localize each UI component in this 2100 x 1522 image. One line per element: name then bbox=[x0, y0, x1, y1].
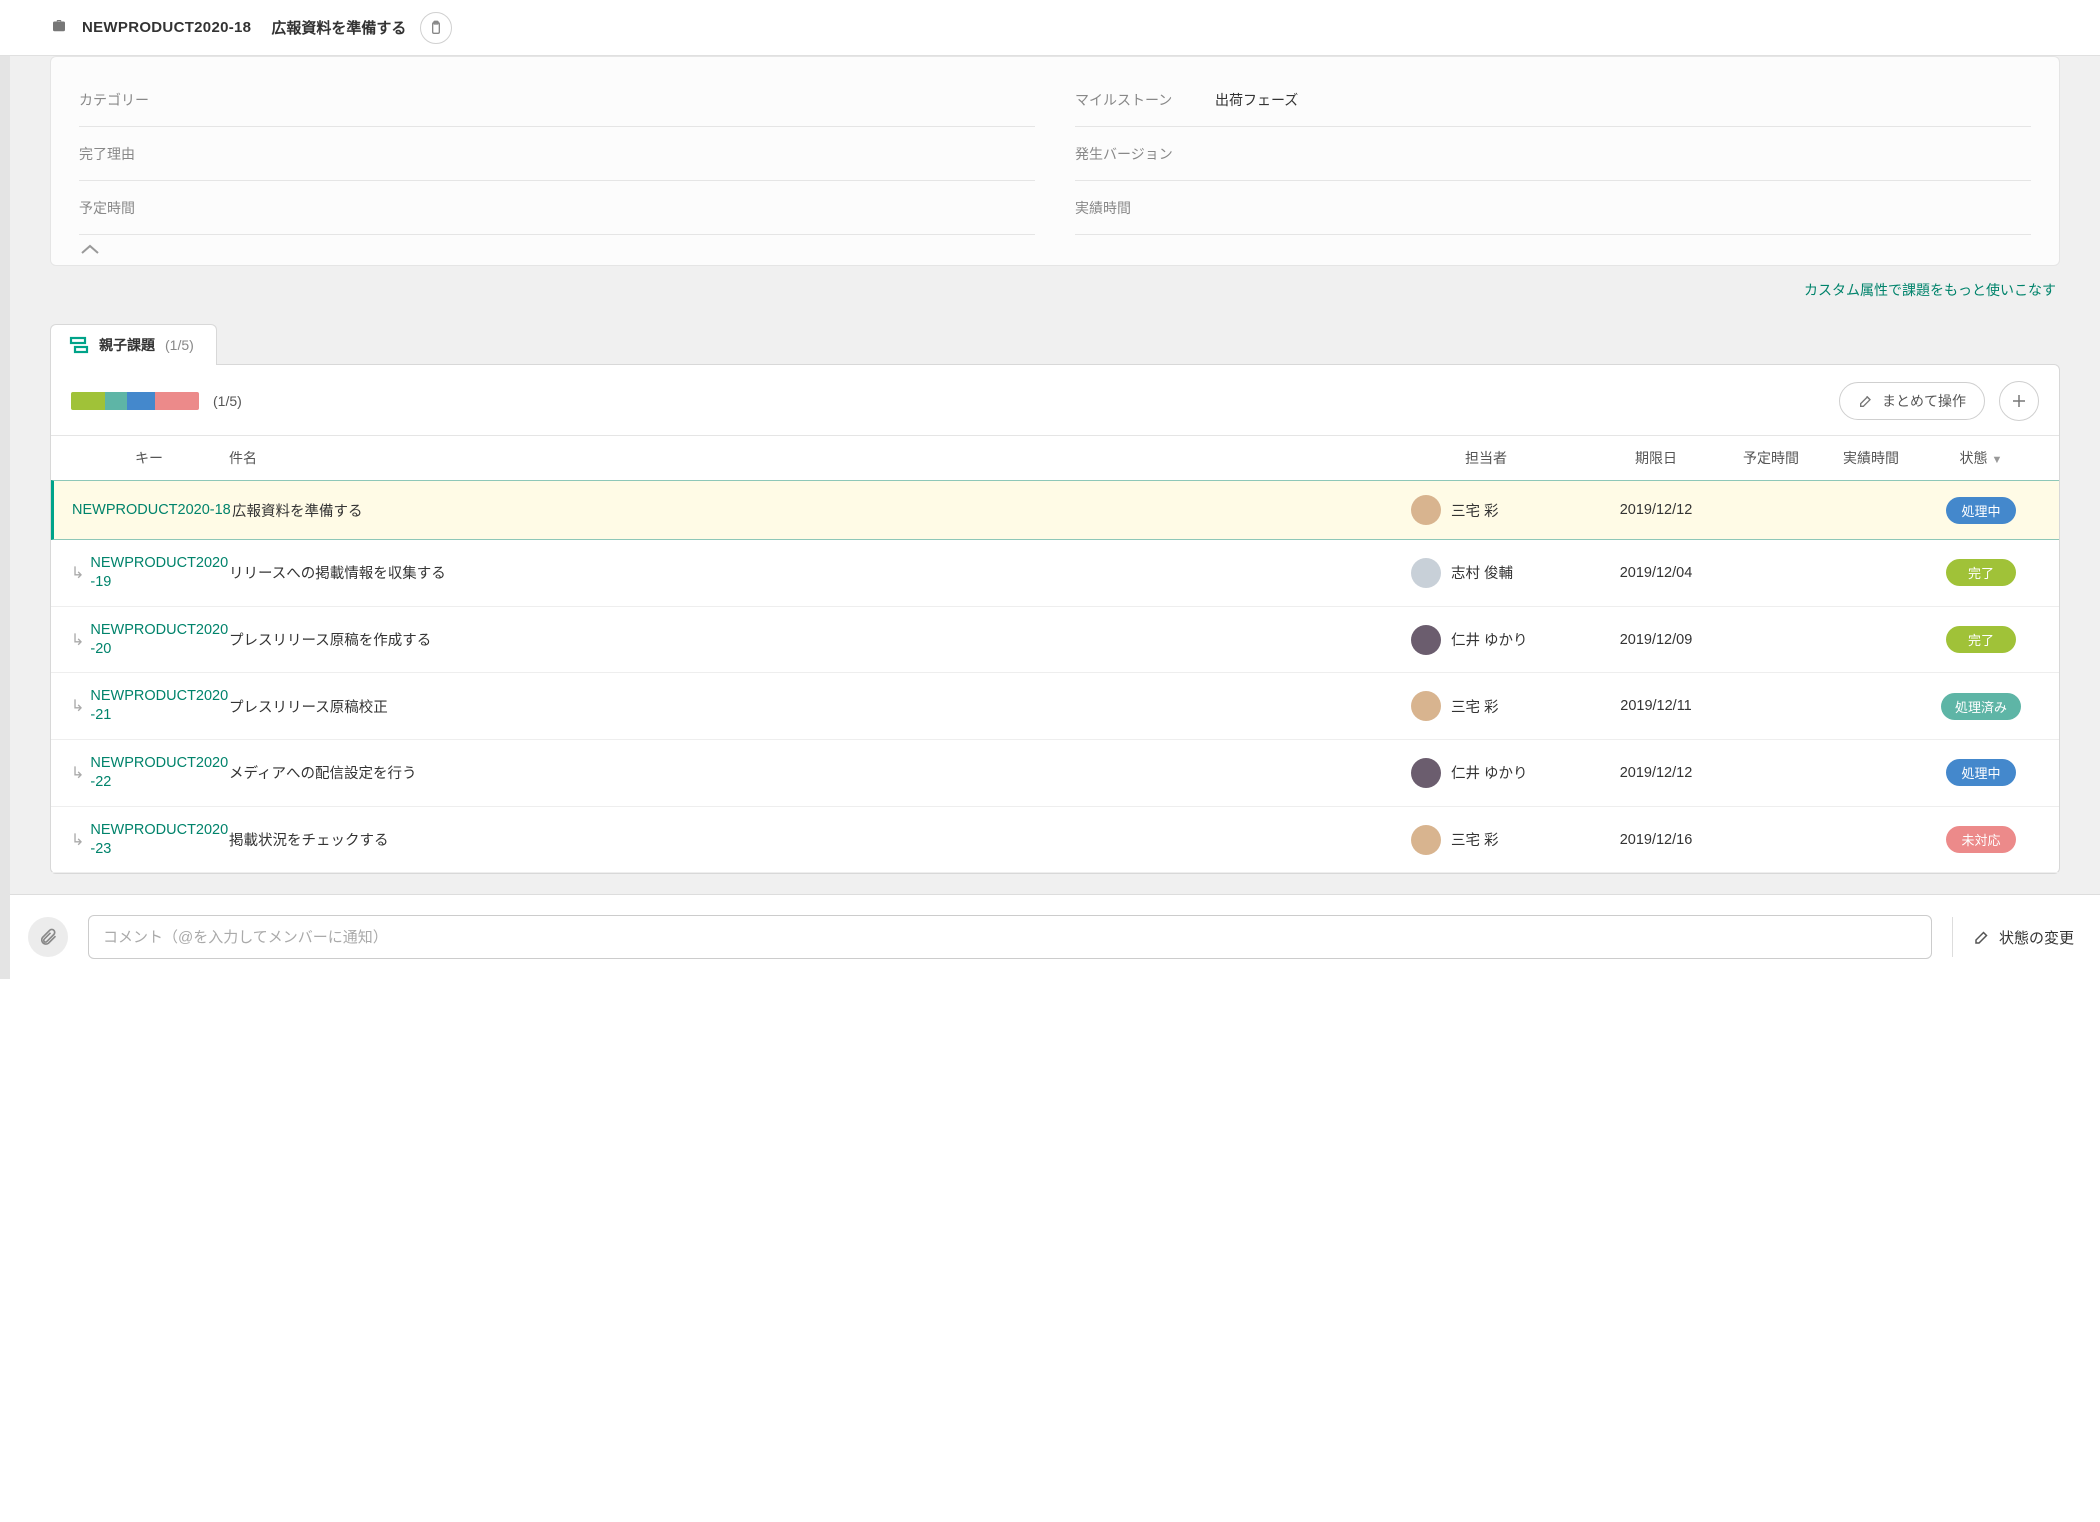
status-badge: 処理中 bbox=[1946, 759, 2016, 786]
status-change-button[interactable]: 状態の変更 bbox=[1973, 927, 2074, 948]
due-date: 2019/12/12 bbox=[1591, 765, 1721, 781]
avatar bbox=[1411, 825, 1441, 855]
issue-key-link[interactable]: NEWPRODUCT2020-19 bbox=[90, 554, 229, 592]
add-child-issue-button[interactable] bbox=[1999, 381, 2039, 421]
table-row[interactable]: ↳ NEWPRODUCT2020-19リリースへの掲載情報を収集する 志村 俊輔 20… bbox=[51, 540, 2059, 607]
field-category[interactable]: カテゴリー bbox=[79, 73, 1035, 127]
status-badge: 処理中 bbox=[1946, 497, 2016, 524]
issue-subject: プレスリリース原稿を作成する bbox=[229, 633, 431, 649]
col-estimated[interactable]: 予定時間 bbox=[1721, 448, 1821, 468]
issue-subject: 掲載状況をチェックする bbox=[229, 833, 389, 849]
tab-parent-child-issues[interactable]: 親子課題 (1/5) bbox=[50, 324, 217, 365]
child-arrow-icon: ↳ bbox=[71, 830, 84, 850]
avatar bbox=[1411, 495, 1441, 525]
issue-key[interactable]: NEWPRODUCT2020-18 bbox=[82, 19, 251, 36]
sort-desc-icon: ▼ bbox=[1992, 454, 2003, 466]
progress-summary: (1/5) bbox=[71, 392, 242, 410]
issue-key-link[interactable]: NEWPRODUCT2020-18 bbox=[72, 501, 231, 520]
due-date: 2019/12/16 bbox=[1591, 832, 1721, 848]
field-version[interactable]: 発生バージョン bbox=[1075, 127, 2031, 181]
assignee-name: 三宅 彩 bbox=[1451, 829, 1499, 850]
issue-key-link[interactable]: NEWPRODUCT2020-21 bbox=[90, 687, 229, 725]
field-estimated-hours[interactable]: 予定時間 bbox=[79, 181, 1035, 235]
issue-subject: プレスリリース原稿校正 bbox=[229, 700, 388, 716]
bulk-operations-button[interactable]: まとめて操作 bbox=[1839, 382, 1985, 420]
issue-title: 広報資料を準備する bbox=[271, 17, 406, 38]
due-date: 2019/12/04 bbox=[1591, 565, 1721, 581]
field-resolution[interactable]: 完了理由 bbox=[79, 127, 1035, 181]
due-date: 2019/12/11 bbox=[1591, 698, 1721, 714]
progress-segment bbox=[71, 392, 105, 410]
avatar bbox=[1411, 558, 1441, 588]
child-arrow-icon: ↳ bbox=[71, 563, 84, 583]
label-milestone: マイルストーン bbox=[1075, 90, 1215, 110]
tab-count: (1/5) bbox=[165, 337, 194, 353]
child-issues-panel: (1/5) まとめて操作 キー 件名 担当者 bbox=[50, 364, 2060, 874]
assignee-name: 志村 俊輔 bbox=[1451, 562, 1513, 583]
custom-attributes-hint-link[interactable]: カスタム属性で課題をもっと使いこなす bbox=[50, 280, 2056, 300]
table-header: キー 件名 担当者 期限日 予定時間 実績時間 状態▼ bbox=[51, 435, 2059, 481]
edit-icon bbox=[1973, 928, 1991, 946]
due-date: 2019/12/12 bbox=[1591, 502, 1721, 518]
col-assignee[interactable]: 担当者 bbox=[1381, 448, 1591, 468]
collapse-details-button[interactable] bbox=[79, 235, 2031, 261]
comment-input[interactable] bbox=[88, 915, 1932, 959]
assignee-name: 三宅 彩 bbox=[1451, 696, 1499, 717]
clipboard-button[interactable] bbox=[420, 12, 452, 44]
due-date: 2019/12/09 bbox=[1591, 632, 1721, 648]
comment-footer: 状態の変更 bbox=[10, 894, 2100, 979]
status-badge: 未対応 bbox=[1946, 826, 2016, 853]
field-milestone[interactable]: マイルストーン 出荷フェーズ bbox=[1075, 73, 2031, 127]
child-arrow-icon: ↳ bbox=[71, 630, 84, 650]
status-badge: 完了 bbox=[1946, 559, 2016, 586]
progress-segment bbox=[155, 392, 199, 410]
table-row[interactable]: ↳ NEWPRODUCT2020-21プレスリリース原稿校正 三宅 彩 2019/12… bbox=[51, 673, 2059, 740]
col-actual[interactable]: 実績時間 bbox=[1821, 448, 1921, 468]
label-resolution: 完了理由 bbox=[79, 144, 219, 164]
progress-segment bbox=[105, 392, 127, 410]
progress-bar bbox=[71, 392, 199, 410]
col-key[interactable]: キー bbox=[69, 448, 229, 468]
issue-subject: リリースへの掲載情報を収集する bbox=[229, 566, 446, 582]
issue-key-link[interactable]: NEWPRODUCT2020-22 bbox=[90, 754, 229, 792]
table-row[interactable]: ↳ NEWPRODUCT2020-20プレスリリース原稿を作成する 仁井 ゆかり 20… bbox=[51, 607, 2059, 674]
issue-details-card: カテゴリー 完了理由 予定時間 マイルストーン 出荷フェー bbox=[50, 56, 2060, 266]
tab-label: 親子課題 bbox=[99, 335, 155, 355]
assignee-name: 仁井 ゆかり bbox=[1451, 762, 1528, 783]
label-category: カテゴリー bbox=[79, 90, 219, 110]
issue-subject: 広報資料を準備する bbox=[232, 504, 363, 520]
avatar bbox=[1411, 625, 1441, 655]
col-due-date[interactable]: 期限日 bbox=[1591, 448, 1721, 468]
label-estimated-hours: 予定時間 bbox=[79, 198, 219, 218]
issue-subject: メディアへの配信設定を行う bbox=[229, 766, 416, 782]
separator bbox=[1952, 917, 1953, 957]
child-arrow-icon: ↳ bbox=[71, 763, 84, 783]
field-actual-hours[interactable]: 実績時間 bbox=[1075, 181, 2031, 235]
col-status[interactable]: 状態▼ bbox=[1921, 448, 2041, 468]
briefcase-icon bbox=[50, 17, 68, 38]
hierarchy-icon bbox=[69, 336, 89, 354]
table-row[interactable]: NEWPRODUCT2020-18広報資料を準備する 三宅 彩 2019/12/12… bbox=[51, 480, 2059, 540]
table-row[interactable]: ↳ NEWPRODUCT2020-23掲載状況をチェックする 三宅 彩 2019/12… bbox=[51, 807, 2059, 874]
progress-segment bbox=[127, 392, 155, 410]
avatar bbox=[1411, 691, 1441, 721]
tabs: 親子課題 (1/5) bbox=[50, 324, 2060, 365]
status-badge: 完了 bbox=[1946, 626, 2016, 653]
edit-icon bbox=[1858, 393, 1874, 409]
avatar bbox=[1411, 758, 1441, 788]
child-arrow-icon: ↳ bbox=[71, 696, 84, 716]
label-actual-hours: 実績時間 bbox=[1075, 198, 1215, 218]
issue-header: NEWPRODUCT2020-18 広報資料を準備する bbox=[0, 0, 2100, 56]
status-badge: 処理済み bbox=[1941, 693, 2021, 720]
progress-ratio: (1/5) bbox=[213, 393, 242, 409]
assignee-name: 仁井 ゆかり bbox=[1451, 629, 1528, 650]
issue-key-link[interactable]: NEWPRODUCT2020-23 bbox=[90, 821, 229, 859]
issue-key-link[interactable]: NEWPRODUCT2020-20 bbox=[90, 621, 229, 659]
col-subject[interactable]: 件名 bbox=[229, 448, 1381, 468]
table-row[interactable]: ↳ NEWPRODUCT2020-22メディアへの配信設定を行う 仁井 ゆかり 201… bbox=[51, 740, 2059, 807]
assignee-name: 三宅 彩 bbox=[1451, 500, 1499, 521]
label-version: 発生バージョン bbox=[1075, 144, 1215, 164]
attach-file-button[interactable] bbox=[28, 917, 68, 957]
